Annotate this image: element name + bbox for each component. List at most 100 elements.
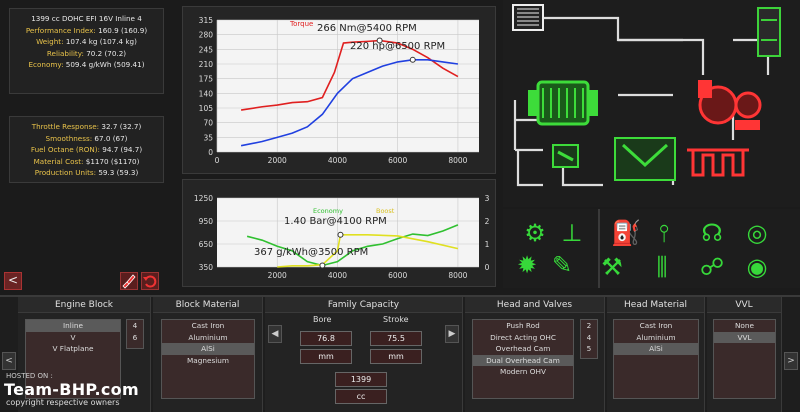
bore-value[interactable]: 76.8 xyxy=(300,331,352,346)
family-capacity-title: Family Capacity xyxy=(265,297,462,313)
list-item[interactable]: Push Rod xyxy=(473,320,573,332)
list-item[interactable]: V xyxy=(26,332,120,344)
stat-row: Reliability: 70.2 (70.2) xyxy=(10,48,163,60)
piston-icon[interactable]: ◎ xyxy=(743,221,771,245)
piston-alt-icon[interactable]: ◉ xyxy=(743,255,771,279)
x-tick-label: 6000 xyxy=(388,271,407,280)
y2-tick-label: 0 xyxy=(485,263,490,272)
legend-torque: Torque xyxy=(289,20,313,28)
stat-label: Fuel Octane (RON): xyxy=(30,145,103,154)
annotation-power: 220 hp@6500 RPM xyxy=(350,41,445,52)
capacity-unit: cc xyxy=(335,389,387,404)
y-tick-label: 245 xyxy=(199,45,214,54)
economy-min-marker xyxy=(319,262,326,269)
y-tick-label: 35 xyxy=(203,133,213,142)
x-tick-label: 4000 xyxy=(328,271,347,280)
bore-unit: mm xyxy=(300,349,352,364)
rod-icon[interactable]: ☍ xyxy=(698,255,726,279)
scroll-left-button[interactable]: < xyxy=(2,352,16,370)
list-item[interactable]: V Flatplane xyxy=(26,343,120,355)
block-material-list[interactable]: Cast Iron Aluminium AlSi Magnesium xyxy=(161,319,255,399)
head-material-list[interactable]: Cast Iron Aluminium AlSi xyxy=(613,319,699,399)
exhaust-manifold-icon xyxy=(687,148,749,177)
stat-value: 67.0 (67) xyxy=(94,133,128,143)
list-item[interactable]: 4 xyxy=(127,320,143,332)
engine-block-title: Engine Block xyxy=(18,297,150,313)
family-capacity-column: Family Capacity ◀ Bore 76.8 mm Stroke 75… xyxy=(265,297,463,412)
annotation-torque: 266 Nm@5400 RPM xyxy=(317,23,417,34)
block-material-column: Block Material Cast Iron Aluminium AlSi Mag… xyxy=(153,297,263,412)
stroke-value[interactable]: 75.5 xyxy=(370,331,422,346)
list-item[interactable]: 6 xyxy=(127,332,143,344)
intake-manifold-icon xyxy=(614,137,676,181)
y-tick-label: 315 xyxy=(199,16,214,25)
x-tick-label: 2000 xyxy=(268,156,287,165)
stroke-increase-button[interactable]: ▶ xyxy=(445,325,459,343)
y-tick-label: 950 xyxy=(199,217,214,226)
sparkplug-icon[interactable]: ⊥ xyxy=(558,221,586,245)
valve-icon[interactable]: ⫯ xyxy=(650,221,678,245)
list-item[interactable]: Inline xyxy=(26,320,120,332)
head-material-title: Head Material xyxy=(607,297,704,313)
list-item[interactable]: Modern OHV xyxy=(473,366,573,378)
power-peak-marker xyxy=(409,56,416,63)
spark-icon[interactable]: ✹ xyxy=(513,253,541,277)
crankshaft-icon[interactable]: ⫼ xyxy=(648,255,676,279)
undo-icon[interactable] xyxy=(141,272,159,290)
stat-label: Production Units: xyxy=(34,168,99,177)
vvl-list[interactable]: None VVL xyxy=(713,319,776,399)
list-item[interactable]: Cast Iron xyxy=(162,320,254,332)
scroll-right-button[interactable]: > xyxy=(784,352,798,370)
stat-row: Throttle Response: 32.7 (32.7) xyxy=(10,121,163,133)
list-item[interactable]: 4 xyxy=(581,332,597,344)
stat-label: Economy: xyxy=(28,60,66,69)
back-button[interactable]: < xyxy=(4,272,22,290)
vvl-title: VVL xyxy=(707,297,781,313)
oil-can-icon[interactable]: ⛽ xyxy=(611,221,641,245)
list-item[interactable]: 2 xyxy=(581,320,597,332)
conrod-icon[interactable]: ☊ xyxy=(698,221,726,245)
head-valves-list[interactable]: Push Rod Direct Acting OHC Overhead Cam Dua… xyxy=(472,319,574,399)
list-item[interactable]: Direct Acting OHC xyxy=(473,332,573,344)
head-and-valves-column: Head and Valves Push Rod Direct Acting OH… xyxy=(465,297,605,412)
annotation-boost: 1.40 Bar@4100 RPM xyxy=(284,216,387,227)
list-item[interactable]: Overhead Cam xyxy=(473,343,573,355)
engine-schematic xyxy=(503,0,800,207)
list-item[interactable]: None xyxy=(714,320,775,332)
stat-value: 59.3 (59.3) xyxy=(98,168,139,177)
engine-block-cylinder-list[interactable]: 46 xyxy=(126,319,144,349)
list-item[interactable]: Aluminium xyxy=(614,332,698,344)
x-tick-label: 6000 xyxy=(388,156,407,165)
stat-row: 1399 cc DOHC EFI 16V Inline 4 xyxy=(31,14,142,23)
x-tick-label: 4000 xyxy=(328,156,347,165)
list-item[interactable]: Cast Iron xyxy=(614,320,698,332)
stat-row: Material Cost: $1170 ($1170) xyxy=(10,156,163,168)
engine-icon[interactable]: ⚙ xyxy=(521,221,549,245)
economy-boost-chart: 350 650 950 1250 2000 4000 6000 8000 0 1 2 3 Economy… xyxy=(182,179,496,287)
watermark-hosted: HOSTED ON : xyxy=(6,372,53,380)
y2-tick-label: 2 xyxy=(485,217,490,226)
y-tick-label: 140 xyxy=(199,89,214,98)
list-item[interactable]: 5 xyxy=(581,343,597,355)
block-material-title: Block Material xyxy=(153,297,262,313)
capacity-value: 1399 xyxy=(335,372,387,387)
list-item[interactable]: Aluminium xyxy=(162,332,254,344)
y-tick-label: 70 xyxy=(203,119,213,128)
bore-decrease-button[interactable]: ◀ xyxy=(268,325,282,343)
paint-icon[interactable] xyxy=(120,272,138,290)
x-tick-label: 2000 xyxy=(268,271,287,280)
stroke-unit: mm xyxy=(370,349,422,364)
stat-value: 94.7 (94.7) xyxy=(102,145,143,154)
wrench-icon[interactable]: ✎ xyxy=(548,253,576,277)
list-item[interactable]: VVL xyxy=(714,331,775,343)
tools-icon[interactable]: ⚒ xyxy=(598,255,626,279)
list-item[interactable]: AlSi xyxy=(614,343,698,355)
y-tick-label: 350 xyxy=(199,263,214,272)
stat-value: $1170 ($1170) xyxy=(85,156,140,166)
valves-count-list[interactable]: 245 xyxy=(580,319,598,359)
y-tick-label: 0 xyxy=(208,148,213,157)
stat-value: 32.7 (32.7) xyxy=(101,122,142,131)
list-item[interactable]: AlSi xyxy=(162,343,254,355)
list-item[interactable]: Dual Overhead Cam xyxy=(473,354,573,366)
list-item[interactable]: Magnesium xyxy=(162,355,254,367)
